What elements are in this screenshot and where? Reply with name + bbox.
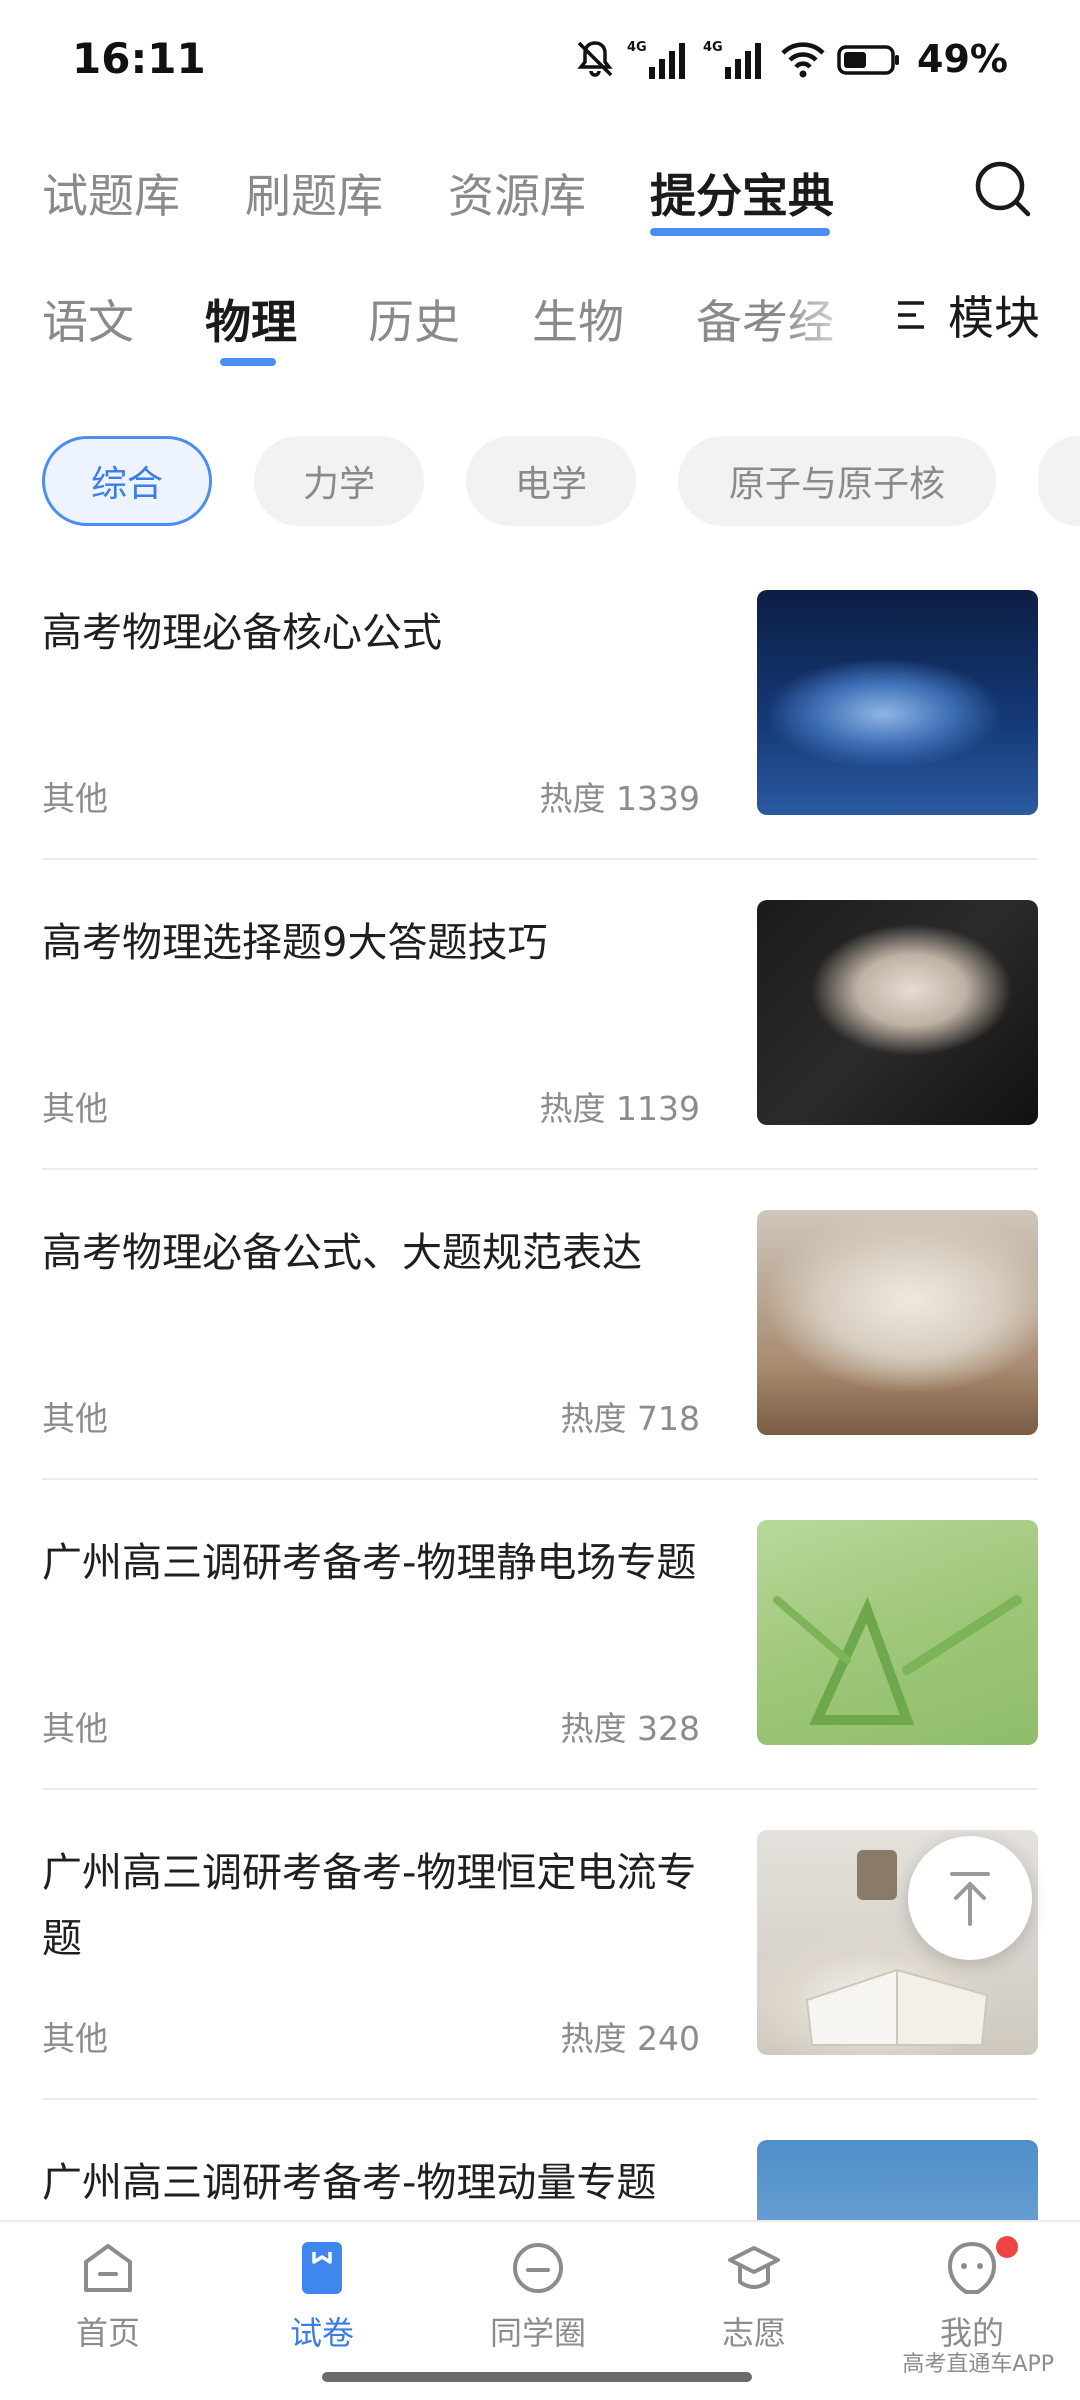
list-item[interactable]: 高考物理必备核心公式 其他 热度 1339	[42, 590, 1038, 900]
article-title: 高考物理必备核心公式	[42, 610, 442, 656]
nav-label: 志愿	[721, 2314, 786, 2352]
module-button[interactable]: 模块	[892, 282, 1040, 348]
article-category: 其他	[42, 1709, 108, 1748]
status-icons: 4G 4G 49%	[573, 34, 1008, 84]
chip-atomic-nucleus[interactable]: 原子与原子核	[678, 436, 996, 526]
menu-list-icon	[898, 301, 924, 329]
tab-score-guide[interactable]: 提分宝典	[650, 160, 834, 226]
subject-tab-indicator	[220, 358, 276, 366]
article-thumbnail	[757, 1210, 1038, 1435]
article-heat: 热度 1139	[539, 1089, 700, 1128]
article-heat: 热度 240	[560, 2019, 700, 2058]
article-title: 广州高三调研考备考-物理恒定电流专题	[42, 1850, 697, 1962]
nav-label: 首页	[75, 2314, 140, 2352]
mute-icon	[577, 41, 613, 77]
article-category: 其他	[42, 2019, 108, 2058]
chip-mechanics[interactable]: 力学	[254, 436, 424, 526]
chip-electricity[interactable]: 电学	[466, 436, 636, 526]
active-tab-indicator	[650, 228, 830, 236]
article-title: 高考物理必备公式、大题规范表达	[42, 1230, 642, 1276]
arrow-up-icon	[950, 1872, 990, 1926]
status-time: 16:11	[72, 34, 206, 83]
battery-percent: 49%	[917, 37, 1008, 81]
battery-icon	[837, 45, 900, 75]
article-thumbnail	[757, 1520, 1038, 1745]
svg-text:4G: 4G	[703, 40, 723, 55]
nav-home[interactable]: 首页	[38, 2240, 178, 2360]
divider	[42, 1168, 1038, 1170]
profile-face-icon	[947, 2241, 997, 2294]
article-thumbnail	[757, 590, 1038, 815]
article-thumbnail	[757, 900, 1038, 1125]
tab-practice-bank[interactable]: 刷题库	[245, 160, 383, 226]
nav-papers[interactable]: 试卷	[252, 2240, 392, 2360]
paper-icon	[302, 2242, 342, 2294]
home-icon	[84, 2244, 132, 2292]
nav-volunteer[interactable]: 志愿	[684, 2240, 824, 2360]
subject-tab-history[interactable]: 历史	[368, 286, 460, 352]
divider	[42, 2098, 1038, 2100]
article-title: 高考物理选择题9大答题技巧	[42, 920, 548, 966]
chip-more-partial[interactable]	[1038, 436, 1080, 526]
top-tab-bar: 试题库 刷题库 资源库 提分宝典	[0, 150, 1080, 260]
signal-icon-2: 4G	[703, 40, 762, 79]
nav-label: 试卷	[289, 2314, 354, 2352]
article-heat: 热度 718	[560, 1399, 700, 1438]
list-item[interactable]: 高考物理选择题9大答题技巧 其他 热度 1139	[42, 900, 1038, 1210]
tab-fade-overlay	[780, 270, 890, 360]
subject-tab-chinese[interactable]: 语文	[42, 286, 134, 352]
article-heat: 热度 1339	[539, 779, 700, 818]
divider	[42, 858, 1038, 860]
home-indicator[interactable]	[322, 2372, 752, 2382]
divider	[42, 1788, 1038, 1790]
list-item[interactable]: 高考物理必备公式、大题规范表达 其他 热度 718	[42, 1210, 1038, 1520]
svg-text:4G: 4G	[627, 40, 647, 55]
tab-question-bank[interactable]: 试题库	[42, 160, 180, 226]
article-category: 其他	[42, 1399, 108, 1438]
article-title: 广州高三调研考备考-物理动量专题	[42, 2160, 657, 2206]
article-category: 其他	[42, 779, 108, 818]
subject-tab-biology[interactable]: 生物	[532, 286, 624, 352]
chip-comprehensive[interactable]: 综合	[42, 436, 212, 526]
list-item[interactable]: 广州高三调研考备考-物理静电场专题 其他 热度 328	[42, 1520, 1038, 1830]
article-title: 广州高三调研考备考-物理静电场专题	[42, 1540, 697, 1586]
article-category: 其他	[42, 1089, 108, 1128]
search-icon[interactable]	[972, 158, 1034, 220]
wifi-icon	[781, 42, 825, 78]
watermark: 高考直通车APP	[902, 2352, 1054, 2377]
chat-bubble-icon	[513, 2243, 563, 2293]
graduation-cap-icon	[728, 2246, 780, 2289]
status-bar: 16:11 4G 4G 49%	[0, 0, 1080, 120]
back-to-top-button[interactable]	[908, 1836, 1032, 1960]
stationery-illustration	[773, 1595, 1022, 1725]
module-label: 模块	[948, 291, 1040, 345]
tab-resource-bank[interactable]: 资源库	[448, 160, 586, 226]
article-heat: 热度 328	[560, 1709, 700, 1748]
nav-classmates[interactable]: 同学圈	[468, 2240, 608, 2360]
list-item[interactable]: 广州高三调研考备考-物理恒定电流专题 其他 热度 240	[42, 1830, 1038, 2140]
divider	[42, 1478, 1038, 1480]
nav-label: 同学圈	[489, 2314, 586, 2352]
nav-profile[interactable]: 我的	[902, 2236, 1042, 2360]
signal-icon: 4G	[627, 40, 686, 79]
notification-badge	[996, 2236, 1018, 2258]
subject-tab-physics[interactable]: 物理	[205, 286, 297, 352]
